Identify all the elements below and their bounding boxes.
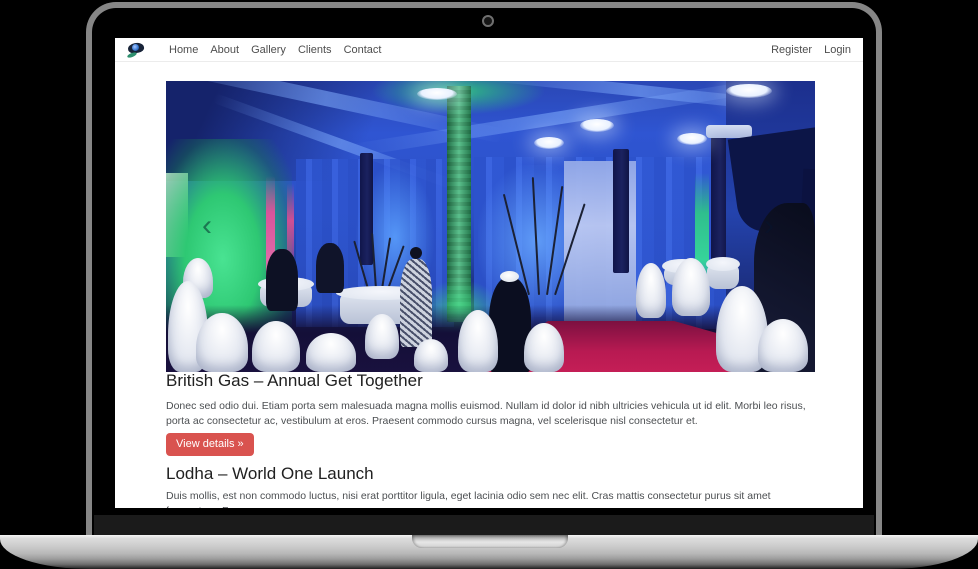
nav-link-home[interactable]: Home	[169, 44, 198, 56]
carousel-next-button[interactable]: ›	[764, 211, 774, 241]
site-logo[interactable]	[127, 41, 147, 58]
auth-nav: Register Login	[771, 44, 851, 56]
twig-centerpiece	[361, 233, 391, 289]
hero-dark-column	[613, 149, 629, 273]
guest-silhouette	[316, 243, 344, 293]
guest-plaid-shirt	[400, 259, 432, 347]
view-details-button[interactable]: View details »	[166, 433, 254, 456]
carousel-prev-button[interactable]: ‹	[202, 211, 212, 241]
main-nav: Home About Gallery Clients Contact	[169, 44, 381, 56]
logo-lens-shape	[132, 44, 139, 51]
section-body-lodha: Duis mollis, est non commodo luctus, nis…	[166, 489, 814, 508]
ceiling-lamp	[417, 88, 457, 100]
section-title-british-gas: British Gas – Annual Get Together	[166, 370, 816, 392]
carousel-slide-image: ‹ ›	[166, 81, 815, 372]
banquet-table	[706, 257, 740, 289]
screenshot-stage: Home About Gallery Clients Contact Regis…	[0, 0, 978, 569]
guest-white-cap	[500, 271, 519, 282]
navbar: Home About Gallery Clients Contact Regis…	[115, 38, 863, 62]
nav-link-contact[interactable]: Contact	[344, 44, 382, 56]
guest-head	[410, 247, 422, 259]
twig-centerpiece	[518, 177, 562, 295]
draped-chair	[306, 333, 356, 372]
nav-link-register[interactable]: Register	[771, 44, 812, 56]
draped-chair	[365, 314, 399, 359]
ceiling-lamp	[534, 137, 564, 149]
ceiling-lamp	[726, 84, 772, 98]
nav-link-login[interactable]: Login	[824, 44, 851, 56]
section-body-british-gas: Donec sed odio dui. Etiam porta sem male…	[166, 399, 814, 429]
laptop-base-notch	[412, 535, 568, 548]
nav-link-clients[interactable]: Clients	[298, 44, 332, 56]
guest-silhouette	[266, 249, 298, 311]
draped-chair	[414, 339, 448, 372]
twig	[371, 233, 377, 289]
ceiling-lamp	[580, 119, 614, 132]
logo-fin-shape	[127, 51, 138, 58]
nav-link-about[interactable]: About	[210, 44, 239, 56]
table-top	[706, 257, 740, 271]
laptop-hinge	[94, 515, 874, 535]
ceiling-lamp	[677, 133, 707, 145]
browser-viewport: Home About Gallery Clients Contact Regis…	[115, 38, 863, 508]
section-title-lodha: Lodha – World One Launch	[166, 463, 816, 485]
twig	[532, 177, 540, 295]
webcam-icon	[482, 15, 494, 27]
nav-link-gallery[interactable]: Gallery	[251, 44, 286, 56]
